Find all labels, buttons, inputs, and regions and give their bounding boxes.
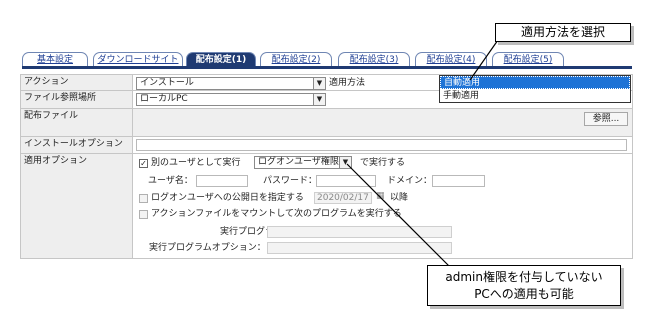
- callout-select-method: 適用方法を選択: [495, 23, 631, 42]
- callout-admin-note: admin権限を付与していない PCへの適用も可能: [427, 265, 621, 306]
- callout-admin-line1: admin権限を付与していない: [445, 270, 603, 284]
- callout-admin-line2: PCへの適用も可能: [474, 287, 574, 301]
